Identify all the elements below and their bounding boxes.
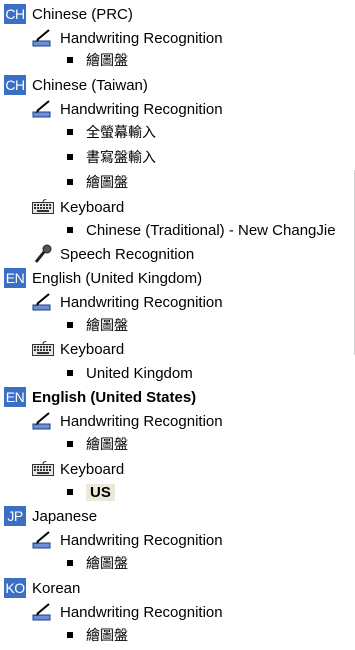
bullet-icon — [67, 227, 73, 233]
service-label: Handwriting Recognition — [60, 293, 223, 311]
language-badge: CH — [4, 4, 26, 24]
tree-service-handwriting[interactable]: Handwriting Recognition — [32, 98, 223, 120]
language-badge: JP — [4, 506, 26, 526]
bullet-icon — [67, 322, 73, 328]
bullet-icon — [67, 179, 73, 185]
tree-service-keyboard[interactable]: Keyboard — [32, 458, 124, 480]
pen-tablet-icon — [32, 292, 54, 312]
bullet-icon — [67, 560, 73, 566]
tree-language-english-us[interactable]: EN English (United States) — [4, 386, 196, 408]
item-label: 繪圖盤 — [86, 53, 128, 69]
tree-language-english-uk[interactable]: EN English (United Kingdom) — [4, 267, 202, 289]
tree-service-handwriting[interactable]: Handwriting Recognition — [32, 529, 223, 551]
language-label: Japanese — [32, 507, 98, 525]
keyboard-icon — [32, 197, 54, 217]
tree-service-handwriting[interactable]: Handwriting Recognition — [32, 410, 223, 432]
language-badge: EN — [4, 268, 26, 288]
item-label: 繪圖盤 — [86, 437, 128, 453]
tree-item[interactable]: 繪圖盤 — [67, 171, 128, 193]
pen-tablet-icon — [32, 602, 54, 622]
pen-tablet-icon — [32, 530, 54, 550]
language-badge: CH — [4, 75, 26, 95]
pen-tablet-icon — [32, 411, 54, 431]
tree-item-selected[interactable]: US — [67, 481, 115, 503]
language-label: English (United Kingdom) — [32, 269, 203, 287]
tree-item[interactable]: 全螢幕輸入 — [67, 121, 156, 143]
language-badge: EN — [4, 387, 26, 407]
bullet-icon — [67, 129, 73, 135]
tree-item[interactable]: 繪圖盤 — [67, 624, 128, 646]
service-label: Handwriting Recognition — [60, 412, 223, 430]
language-label: Chinese (PRC) — [32, 5, 133, 23]
bullet-icon — [67, 57, 73, 63]
service-label: Handwriting Recognition — [60, 531, 223, 549]
service-label: Handwriting Recognition — [60, 603, 223, 621]
bullet-icon — [67, 632, 73, 638]
service-label: Keyboard — [60, 460, 125, 478]
tree-service-handwriting[interactable]: Handwriting Recognition — [32, 27, 223, 49]
item-label: 全螢幕輸入 — [86, 125, 156, 141]
item-label: 繪圖盤 — [86, 556, 128, 572]
tree-item[interactable]: 書寫盤輸入 — [67, 146, 156, 168]
tree-item[interactable]: 繪圖盤 — [67, 433, 128, 455]
item-label: 書寫盤輸入 — [86, 150, 156, 166]
item-label: US — [86, 483, 115, 501]
service-label: Handwriting Recognition — [60, 100, 223, 118]
item-label: United Kingdom — [86, 364, 193, 382]
bullet-icon — [67, 370, 73, 376]
item-label: 繪圖盤 — [86, 628, 128, 644]
language-badge: KO — [4, 578, 26, 598]
item-label: 繪圖盤 — [86, 318, 128, 334]
service-label: Speech Recognition — [60, 245, 195, 263]
service-label: Keyboard — [60, 340, 125, 358]
bullet-icon — [67, 441, 73, 447]
tree-item[interactable]: United Kingdom — [67, 362, 193, 384]
tree-language-japanese[interactable]: JP Japanese — [4, 505, 97, 527]
tree-service-speech[interactable]: Speech Recognition — [32, 243, 194, 265]
bullet-icon — [67, 489, 73, 495]
keyboard-icon — [32, 339, 54, 359]
tree-item[interactable]: Chinese (Traditional) - New ChangJie — [67, 219, 336, 241]
item-label: Chinese (Traditional) - New ChangJie — [86, 221, 336, 239]
tree-service-handwriting[interactable]: Handwriting Recognition — [32, 601, 223, 623]
tree-item[interactable]: 繪圖盤 — [67, 49, 128, 71]
pen-tablet-icon — [32, 28, 54, 48]
tree-service-keyboard[interactable]: Keyboard — [32, 338, 124, 360]
tree-service-handwriting[interactable]: Handwriting Recognition — [32, 291, 223, 313]
pen-tablet-icon — [32, 99, 54, 119]
tree-service-keyboard[interactable]: Keyboard — [32, 196, 124, 218]
item-label: 繪圖盤 — [86, 175, 128, 191]
bullet-icon — [67, 154, 73, 160]
language-label: Korean — [32, 579, 81, 597]
tree-language-chinese-prc[interactable]: CH Chinese (PRC) — [4, 3, 133, 25]
tree-item[interactable]: 繪圖盤 — [67, 552, 128, 574]
keyboard-icon — [32, 459, 54, 479]
microphone-icon — [32, 244, 54, 264]
language-label: English (United States) — [32, 388, 197, 406]
tree-language-chinese-taiwan[interactable]: CH Chinese (Taiwan) — [4, 74, 148, 96]
language-label: Chinese (Taiwan) — [32, 76, 148, 94]
service-label: Handwriting Recognition — [60, 29, 223, 47]
tree-language-korean[interactable]: KO Korean — [4, 577, 80, 599]
service-label: Keyboard — [60, 198, 125, 216]
tree-item[interactable]: 繪圖盤 — [67, 314, 128, 336]
